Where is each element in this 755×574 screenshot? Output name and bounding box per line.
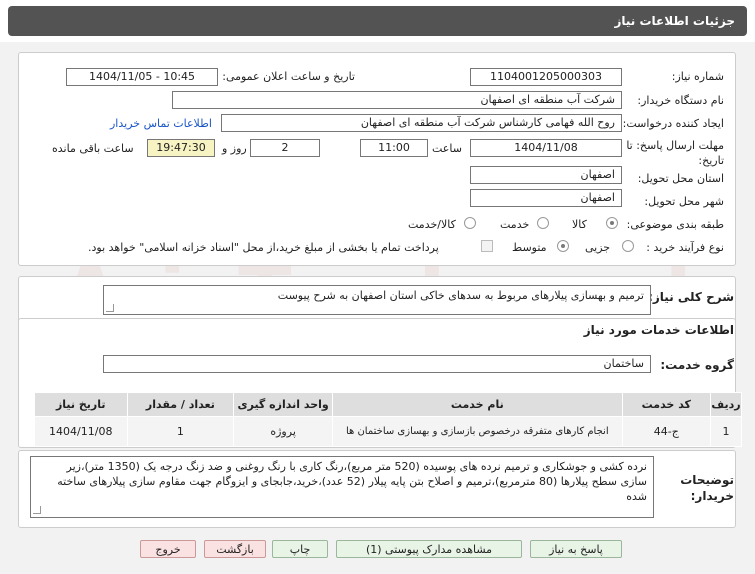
buyer-notes-label: توضیحات خریدار:	[680, 473, 734, 503]
col-name-header: نام خدمت	[331, 392, 623, 417]
province-label: استان محل تحویل:	[637, 172, 724, 185]
description-label: شرح کلی نیاز:	[648, 290, 734, 304]
category-service-radio[interactable]	[537, 217, 549, 229]
unit-cell: پروژه	[233, 416, 333, 447]
table-row: 1 ج-44 انجام کارهای متفرقه درخصوص بازساز…	[34, 416, 743, 447]
deadline-time-field: 11:00	[360, 139, 428, 157]
buyer-field: شرکت آب منطقه ای اصفهان	[172, 91, 622, 109]
row-number-cell: 1	[709, 416, 743, 447]
category-goods-radio[interactable]	[606, 217, 618, 229]
treasury-checkbox[interactable]	[481, 240, 493, 252]
payment-note: پرداخت تمام یا بخشی از مبلغ خرید،از محل …	[88, 241, 439, 254]
resize-handle[interactable]	[33, 506, 41, 514]
resize-handle[interactable]	[106, 304, 114, 312]
exit-button[interactable]: خروج	[140, 540, 196, 558]
category-goods-label: کالا	[572, 218, 587, 231]
remaining-days-field: 2	[250, 139, 320, 157]
creator-field: روح الله فهامی کارشناس شرکت آب منطقه ای …	[221, 114, 622, 132]
service-name-cell: انجام کارهای متفرقه درخصوص بازسازی و بهس…	[331, 416, 623, 447]
announce-label: تاریخ و ساعت اعلان عمومی:	[222, 70, 355, 83]
announce-field: 1404/11/05 - 10:45	[66, 68, 218, 86]
process-minor-radio[interactable]	[622, 240, 634, 252]
buyer-contact-link[interactable]: اطلاعات تماس خریدار	[110, 117, 212, 130]
province-field: اصفهان	[470, 166, 622, 184]
city-field: اصفهان	[470, 189, 622, 207]
col-date-header: تاریخ نیاز	[34, 392, 128, 417]
category-service-label: خدمت	[500, 218, 530, 231]
service-group-field: ساختمان	[103, 355, 651, 373]
process-minor-label: جزیی	[585, 241, 611, 254]
buyer-notes-field: نرده کشی و جوشکاری و ترمیم نرده های پوسی…	[30, 456, 654, 518]
deadline-date-field: 1404/11/08	[470, 139, 622, 157]
creator-label: ایجاد کننده درخواست:	[622, 117, 724, 130]
buyer-label: نام دستگاه خریدار:	[637, 94, 724, 107]
services-table: ردیف کد خدمت نام خدمت واحد اندازه گیری ت…	[34, 392, 743, 447]
quantity-cell: 1	[126, 416, 235, 447]
category-both-label: کالا/خدمت	[408, 218, 456, 231]
col-unit-header: واحد اندازه گیری	[233, 392, 333, 417]
city-label: شهر محل تحویل:	[644, 195, 724, 208]
reply-button[interactable]: پاسخ به نیاز	[530, 540, 622, 558]
category-both-radio[interactable]	[464, 217, 476, 229]
need-number-field: 1104001205000303	[470, 68, 622, 86]
page-title: جزئیات اطلاعات نیاز	[8, 6, 747, 36]
time-label: ساعت	[432, 142, 462, 155]
remaining-time-field: 19:47:30	[147, 139, 215, 157]
col-qty-header: تعداد / مقدار	[126, 392, 235, 417]
print-button[interactable]: چاپ	[272, 540, 328, 558]
page-header: جزئیات اطلاعات نیاز	[0, 0, 755, 42]
need-date-cell: 1404/11/08	[34, 416, 128, 447]
days-label: روز و	[222, 142, 247, 155]
col-row-header: ردیف	[709, 392, 743, 417]
service-group-label: گروه خدمت:	[660, 358, 734, 372]
process-medium-radio[interactable]	[557, 240, 569, 252]
services-title: اطلاعات خدمات مورد نیاز	[583, 323, 734, 337]
process-label: نوع فرآیند خرید :	[646, 241, 724, 254]
attachments-button[interactable]: مشاهده مدارک پیوستی (1)	[336, 540, 522, 558]
table-header-row: ردیف کد خدمت نام خدمت واحد اندازه گیری ت…	[34, 392, 743, 417]
back-button[interactable]: بازگشت	[204, 540, 266, 558]
category-label: طبقه بندی موضوعی:	[626, 218, 724, 231]
description-field: ترمیم و بهسازی پیلارهای مربوط به سدهای خ…	[103, 285, 651, 315]
deadline-label: مهلت ارسال پاسخ: تا تاریخ:	[626, 139, 724, 167]
col-code-header: کد خدمت	[621, 392, 711, 417]
service-code-cell: ج-44	[621, 416, 711, 447]
remaining-label: ساعت باقی مانده	[52, 142, 134, 155]
need-number-label: شماره نیاز:	[671, 70, 724, 83]
process-medium-label: متوسط	[512, 241, 547, 254]
